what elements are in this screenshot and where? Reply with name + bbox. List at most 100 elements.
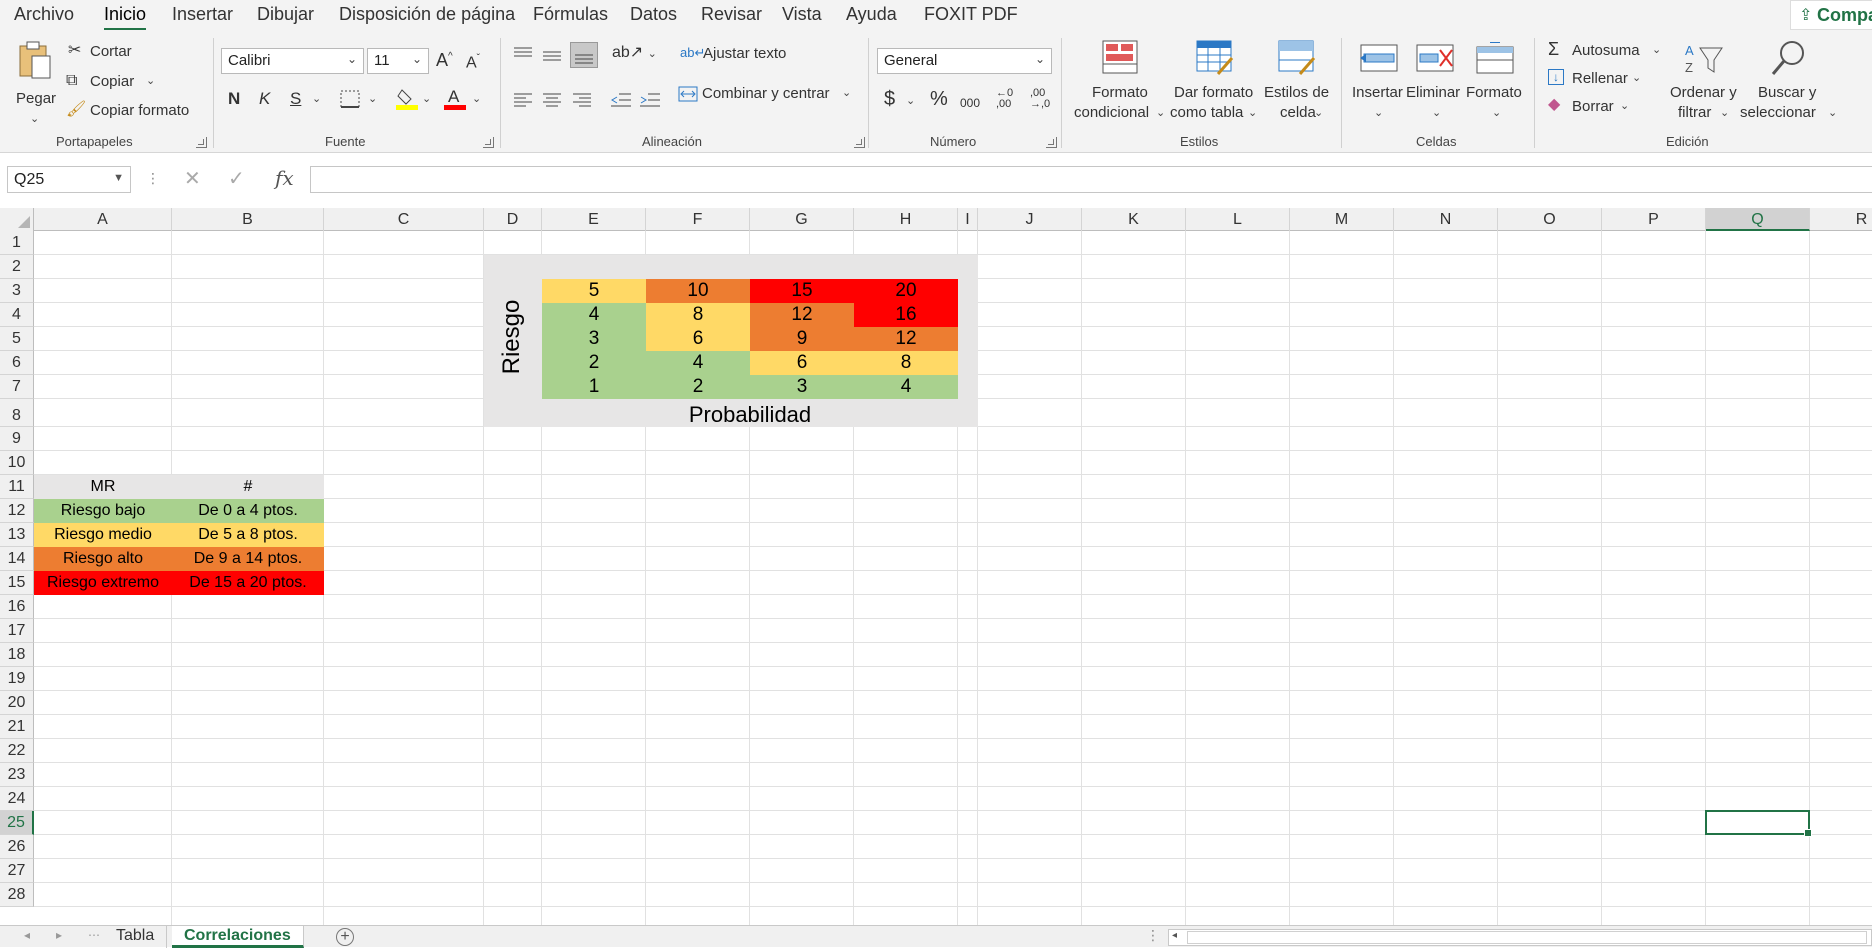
legend-range[interactable]: De 9 a 14 ptos.: [172, 547, 324, 571]
matrix-cell[interactable]: 6: [750, 351, 854, 375]
legend-header-mr[interactable]: MR: [34, 475, 172, 499]
legend-level-label[interactable]: Riesgo medio: [34, 523, 172, 547]
row-header-21[interactable]: 21: [0, 715, 34, 739]
column-header-c[interactable]: C: [324, 208, 484, 231]
thousands-button[interactable]: 000: [960, 94, 980, 112]
matrix-cell[interactable]: 3: [750, 375, 854, 399]
row-header-24[interactable]: 24: [0, 787, 34, 811]
active-cell-q25[interactable]: [1705, 810, 1812, 837]
row-header-17[interactable]: 17: [0, 619, 34, 643]
tab-vista[interactable]: Vista: [782, 4, 822, 25]
insert-cells-button[interactable]: Insertar ⌄: [1350, 38, 1406, 130]
matrix-cell[interactable]: 4: [854, 375, 958, 399]
align-top-icon[interactable]: [514, 46, 532, 62]
matrix-cell[interactable]: 20: [854, 279, 958, 303]
row-header-2[interactable]: 2: [0, 255, 34, 279]
row-header-18[interactable]: 18: [0, 643, 34, 667]
matrix-cell[interactable]: 4: [646, 351, 750, 375]
prev-sheet-icon[interactable]: ◂: [24, 928, 30, 942]
align-center-icon[interactable]: [543, 92, 561, 108]
matrix-cell[interactable]: 12: [854, 327, 958, 351]
copy-button[interactable]: ⧉ Copiar ⌄: [66, 72, 166, 94]
font-color-chevron-icon[interactable]: ⌄: [472, 90, 481, 108]
legend-range[interactable]: De 0 a 4 ptos.: [172, 499, 324, 523]
sheet-tab-tabla[interactable]: Tabla: [104, 926, 168, 948]
column-header-k[interactable]: K: [1082, 208, 1186, 231]
row-header-11[interactable]: 11: [0, 475, 34, 499]
autosum-button[interactable]: Σ Autosuma ⌄: [1548, 40, 1666, 62]
increase-decimal-icon[interactable]: ←0,00: [996, 88, 1013, 110]
matrix-cell[interactable]: 15: [750, 279, 854, 303]
tab-disposicion[interactable]: Disposición de página: [339, 4, 515, 25]
align-bottom-button[interactable]: [570, 42, 598, 68]
matrix-cell[interactable]: 10: [646, 279, 750, 303]
matrix-cell[interactable]: 2: [542, 351, 646, 375]
column-header-p[interactable]: P: [1602, 208, 1706, 231]
borders-chevron-icon[interactable]: ⌄: [368, 90, 377, 108]
column-header-r[interactable]: R: [1810, 208, 1872, 231]
align-right-icon[interactable]: [573, 92, 591, 108]
percent-button[interactable]: %: [930, 89, 948, 109]
column-header-g[interactable]: G: [750, 208, 854, 231]
column-header-q[interactable]: Q: [1706, 208, 1810, 231]
decrease-indent-icon[interactable]: [611, 92, 631, 108]
matrix-cell[interactable]: 1: [542, 375, 646, 399]
matrix-cell[interactable]: 8: [646, 303, 750, 327]
align-left-icon[interactable]: [514, 92, 532, 108]
row-header-23[interactable]: 23: [0, 763, 34, 787]
scroll-left-icon[interactable]: ◂: [1172, 930, 1177, 941]
column-header-e[interactable]: E: [542, 208, 646, 231]
scrollbar-thumb[interactable]: [1187, 931, 1867, 944]
alineacion-launcher-icon[interactable]: [854, 137, 865, 148]
borders-icon[interactable]: [340, 90, 360, 108]
matrix-cell[interactable]: 9: [750, 327, 854, 351]
row-header-28[interactable]: 28: [0, 883, 34, 907]
tab-inicio[interactable]: Inicio: [104, 4, 147, 31]
horizontal-scrollbar[interactable]: ◂: [1168, 929, 1872, 946]
portapapeles-launcher-icon[interactable]: [196, 137, 207, 148]
more-sheets-icon[interactable]: ⋯: [88, 928, 100, 942]
numero-launcher-icon[interactable]: [1046, 137, 1057, 148]
legend-range[interactable]: De 15 a 20 ptos.: [172, 571, 324, 595]
font-size-combo[interactable]: 11 ⌄: [367, 48, 429, 74]
row-header-16[interactable]: 16: [0, 595, 34, 619]
more-options-icon[interactable]: ⋮: [146, 170, 160, 187]
matrix-cell[interactable]: 3: [542, 327, 646, 351]
matrix-cell[interactable]: 6: [646, 327, 750, 351]
add-sheet-icon[interactable]: +: [336, 928, 354, 946]
matrix-cell[interactable]: 8: [854, 351, 958, 375]
row-header-9[interactable]: 9: [0, 427, 34, 451]
matrix-cell[interactable]: 5: [542, 279, 646, 303]
matrix-cell[interactable]: 4: [542, 303, 646, 327]
legend-range[interactable]: De 5 a 8 ptos.: [172, 523, 324, 547]
confirm-icon[interactable]: ✓: [228, 166, 245, 191]
fuente-launcher-icon[interactable]: [483, 137, 494, 148]
row-header-22[interactable]: 22: [0, 739, 34, 763]
font-name-combo[interactable]: Calibri ⌄: [221, 48, 364, 74]
format-painter-button[interactable]: 🖌 Copiar formato: [66, 101, 196, 123]
row-header-6[interactable]: 6: [0, 351, 34, 375]
row-header-15[interactable]: 15: [0, 571, 34, 595]
format-cells-button[interactable]: Formato ⌄: [1464, 38, 1526, 130]
column-header-i[interactable]: I: [958, 208, 978, 231]
fill-color-icon[interactable]: [396, 86, 418, 110]
cut-button[interactable]: ✂ Cortar: [68, 42, 148, 64]
row-header-8[interactable]: 8: [0, 399, 34, 427]
row-header-25[interactable]: 25: [0, 811, 34, 835]
tab-split-handle-icon[interactable]: ⋮: [1146, 927, 1160, 944]
legend-level-label[interactable]: Riesgo extremo: [34, 571, 172, 595]
italic-button[interactable]: K: [259, 90, 270, 108]
row-header-26[interactable]: 26: [0, 835, 34, 859]
row-header-14[interactable]: 14: [0, 547, 34, 571]
currency-button[interactable]: $: [884, 89, 895, 109]
orientation-icon[interactable]: ab↗ ⌄: [612, 44, 657, 63]
shrink-font-icon[interactable]: Aˇ: [466, 50, 480, 72]
row-header-19[interactable]: 19: [0, 667, 34, 691]
bold-button[interactable]: N: [228, 90, 240, 108]
align-middle-icon[interactable]: [543, 48, 561, 64]
legend-level-label[interactable]: Riesgo alto: [34, 547, 172, 571]
wrap-text-button[interactable]: ab↵ Ajustar texto: [680, 44, 800, 66]
row-header-20[interactable]: 20: [0, 691, 34, 715]
formula-input[interactable]: [310, 166, 1872, 193]
sheet-tab-correlaciones[interactable]: Correlaciones: [172, 926, 304, 948]
